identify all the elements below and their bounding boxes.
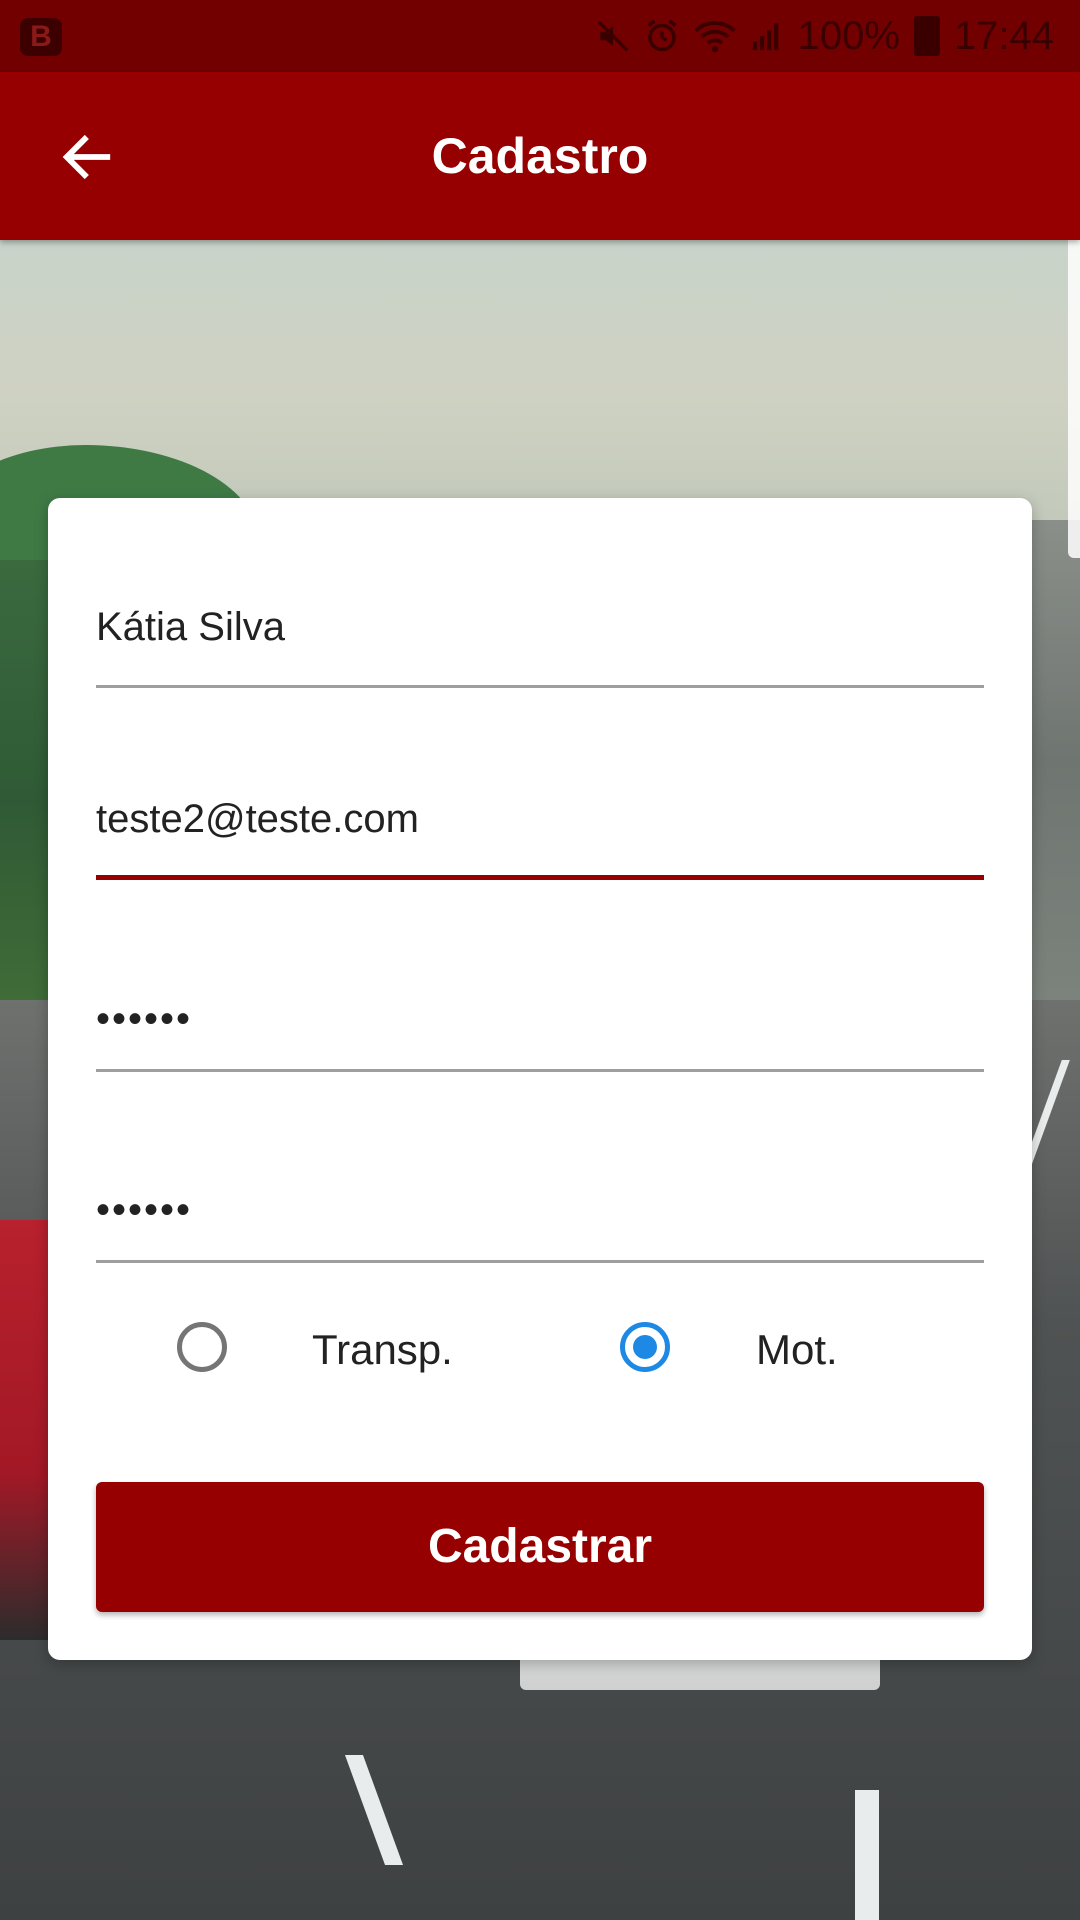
email-field[interactable]	[96, 770, 984, 880]
name-underline	[96, 685, 984, 688]
password-input[interactable]: ••••••	[96, 997, 984, 1042]
name-input[interactable]	[96, 605, 984, 650]
email-input[interactable]	[96, 797, 984, 842]
name-field[interactable]	[96, 578, 984, 688]
radio-transp-label[interactable]: Transp.	[312, 1326, 453, 1374]
registration-card: •••••• •••••• Transp. Mot. Cadastrar	[48, 498, 1032, 1660]
page-title: Cadastro	[431, 128, 649, 184]
app-notification-icon: B	[20, 18, 62, 56]
password-field[interactable]: ••••••	[96, 962, 984, 1072]
back-button[interactable]	[52, 122, 122, 192]
status-icons: 100% 17:44	[596, 0, 1054, 72]
radio-transp[interactable]	[177, 1322, 227, 1372]
status-bar: B 100% 17:44	[0, 0, 1080, 72]
arrow-left-icon	[62, 134, 111, 180]
lane-marking	[855, 1790, 879, 1920]
password-underline	[96, 1069, 984, 1072]
wifi-icon	[694, 21, 736, 53]
battery-percentage: 100%	[797, 13, 900, 58]
radio-mot-label[interactable]: Mot.	[756, 1326, 838, 1374]
user-type-radio-group: Transp. Mot.	[48, 1298, 1032, 1398]
confirm-password-input[interactable]: ••••••	[96, 1188, 984, 1233]
battery-icon	[913, 16, 940, 56]
confirm-password-underline	[96, 1260, 984, 1263]
radio-mot[interactable]	[620, 1322, 670, 1372]
background-truck	[0, 1220, 50, 1640]
clock: 17:44	[953, 13, 1054, 58]
alarm-icon	[646, 19, 677, 52]
signal-icon	[752, 23, 778, 51]
edge-panel-handle[interactable]	[1068, 218, 1080, 558]
email-underline	[96, 875, 984, 880]
app-bar: Cadastro	[0, 72, 1080, 240]
register-button[interactable]: Cadastrar	[96, 1482, 984, 1612]
mute-icon	[597, 20, 628, 52]
confirm-password-field[interactable]: ••••••	[96, 1153, 984, 1263]
